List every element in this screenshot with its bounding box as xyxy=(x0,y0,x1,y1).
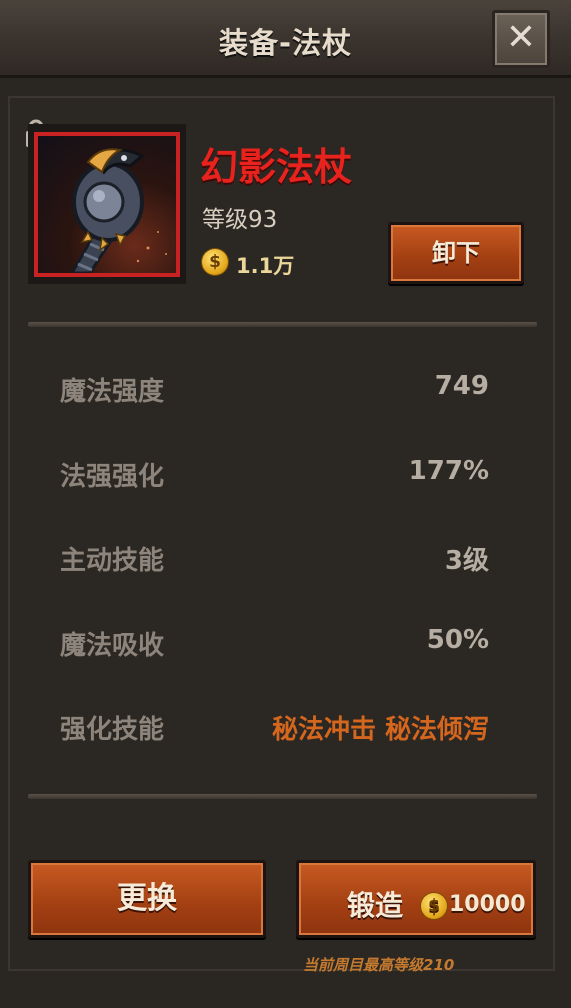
stat-value-active-skill: 3级 xyxy=(444,546,489,576)
title-bar: 装备-法杖 ✕ xyxy=(0,0,571,78)
page-title: 装备-法杖 xyxy=(218,26,353,60)
stat-label-magic-absorb: 魔法吸收 xyxy=(60,631,165,661)
stat-value-enhanced-skills: 秘法冲击 秘法倾泻 xyxy=(271,715,489,745)
unequip-button[interactable]: 卸下 xyxy=(388,222,524,284)
item-level: 等级93 xyxy=(202,207,278,233)
stat-value-magic-enhance: 177% xyxy=(408,456,489,486)
replace-button[interactable]: 更换 xyxy=(28,860,266,938)
item-icon[interactable] xyxy=(34,132,180,277)
staff-icon xyxy=(70,148,167,273)
stat-label-magic-power: 魔法强度 xyxy=(60,377,165,407)
divider-top xyxy=(28,322,537,327)
item-name: 幻影法杖 xyxy=(200,145,353,189)
coin-icon: $ xyxy=(202,249,228,275)
max-level-note: 当前周目最高等级210 xyxy=(303,956,455,974)
stat-value-magic-power: 749 xyxy=(434,371,489,401)
stat-label-magic-enhance: 法强强化 xyxy=(60,462,165,492)
stat-value-magic-absorb: 50% xyxy=(426,625,489,655)
forge-button[interactable]: 锻造 $ 10000 xyxy=(296,860,536,938)
forge-cost: 10000 xyxy=(449,892,526,917)
close-button[interactable]: ✕ xyxy=(492,10,550,68)
coin-icon: $ xyxy=(421,893,447,919)
forge-label: 锻造 xyxy=(347,889,404,922)
divider-bottom xyxy=(28,794,537,799)
close-icon: ✕ xyxy=(505,17,537,58)
stat-label-active-skill: 主动技能 xyxy=(60,546,165,576)
item-price: 1.1万 xyxy=(236,254,295,278)
stat-label-enhanced-skills: 强化技能 xyxy=(60,715,165,745)
